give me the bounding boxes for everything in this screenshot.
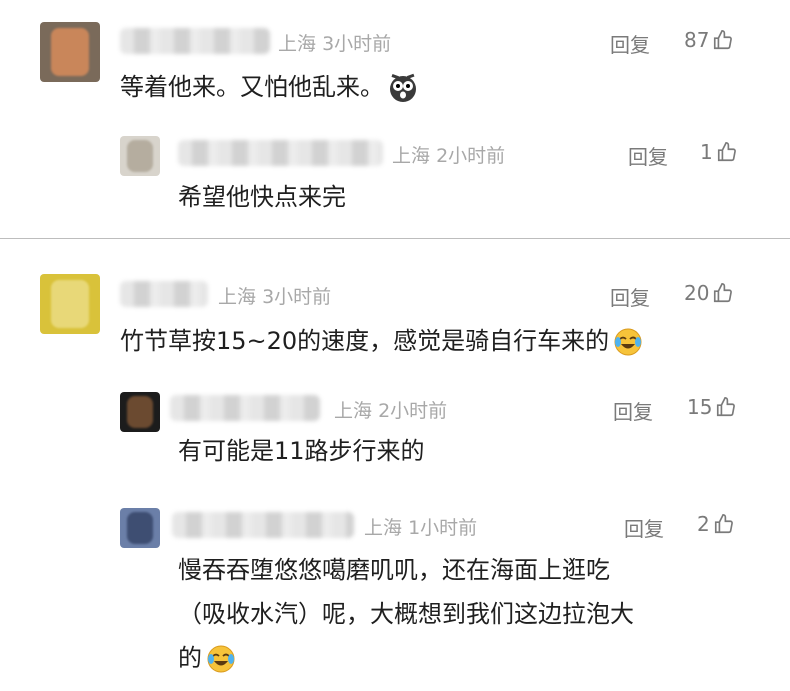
avatar[interactable] [120,136,160,176]
reply-button[interactable]: 回复 [610,29,650,58]
like-count: 2 [697,512,710,536]
like-count: 20 [684,281,710,305]
avatar[interactable] [120,392,160,432]
comment-meta: 上海 2小时前 [334,400,448,422]
like-count: 15 [687,395,713,419]
comment-text: 等着他来。又怕他乱来。 [120,65,418,109]
avatar[interactable] [120,508,160,548]
comment-text-line: （吸收水汽）呢，大概想到我们这边拉泡大 [178,600,634,628]
thumbs-up-icon [717,397,736,417]
reply-button[interactable]: 回复 [613,396,653,425]
comment-text-line: 的 [178,636,634,680]
laugh-cry-emoji [614,328,642,356]
reply-button[interactable]: 回复 [624,513,664,542]
thumbs-up-icon [714,30,733,50]
laugh-cry-emoji [207,645,235,673]
reply-button[interactable]: 回复 [610,282,650,311]
comment-meta: 上海 2小时前 [392,145,506,167]
username-blurred[interactable] [120,281,208,307]
username-blurred[interactable] [120,28,270,54]
comment-text: 慢吞吞堕悠悠噶磨叽叽，还在海面上逛吃 （吸收水汽）呢，大概想到我们这边拉泡大 的 [178,548,634,680]
like-button[interactable]: 15 [687,395,737,419]
comment-meta: 上海 3小时前 [278,33,392,55]
avatar[interactable] [40,22,100,82]
avatar[interactable] [40,274,100,334]
thumbs-up-icon [717,142,736,162]
reply-button[interactable]: 回复 [628,141,668,170]
divider [0,238,790,239]
shocked-emoji [390,73,416,102]
like-count: 1 [700,140,713,164]
username-blurred[interactable] [178,140,383,166]
like-count: 87 [684,28,710,52]
comment-meta: 上海 3小时前 [218,286,332,308]
like-button[interactable]: 2 [697,512,735,536]
like-button[interactable]: 1 [700,140,738,164]
comment-text-line: 慢吞吞堕悠悠噶磨叽叽，还在海面上逛吃 [178,556,610,584]
username-blurred[interactable] [172,512,354,538]
thumbs-up-icon [714,283,733,303]
thumbs-up-icon [714,514,733,534]
like-button[interactable]: 87 [684,28,734,52]
comment-text: 竹节草按15~20的速度，感觉是骑自行车来的 [120,319,643,363]
like-button[interactable]: 20 [684,281,734,305]
comment-text: 希望他快点来完 [178,183,346,211]
username-blurred[interactable] [170,395,320,421]
comment-meta: 上海 1小时前 [364,517,478,539]
comment-text: 有可能是11路步行来的 [178,437,425,465]
